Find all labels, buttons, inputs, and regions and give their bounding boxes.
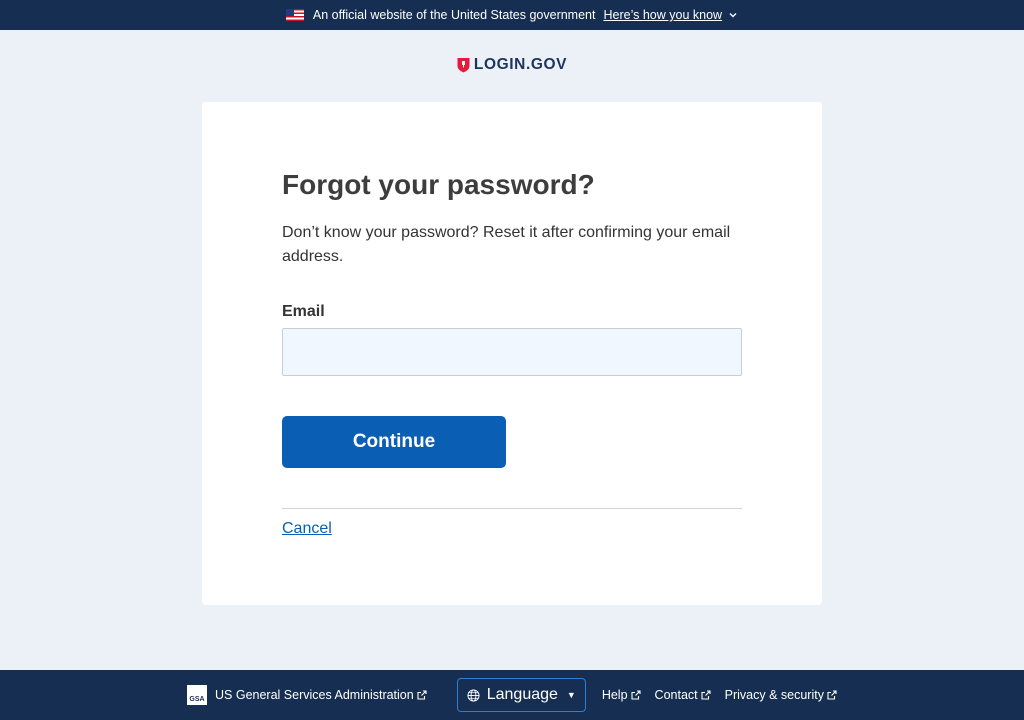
logo-text: LOGIN.GOV: [473, 56, 568, 73]
gov-banner: An official website of the United States…: [0, 0, 1024, 30]
chevron-down-icon[interactable]: [728, 10, 738, 20]
help-link[interactable]: Help: [602, 688, 641, 702]
divider: [282, 508, 742, 509]
external-link-icon: [827, 690, 837, 700]
privacy-security-link-label: Privacy & security: [724, 688, 824, 702]
gsa-link[interactable]: GSA US General Services Administration: [187, 685, 427, 705]
caret-down-icon: ▼: [566, 690, 576, 700]
footer-links: Help Contact Privacy & security: [602, 688, 837, 702]
continue-button[interactable]: Continue: [282, 416, 506, 468]
help-link-label: Help: [601, 688, 628, 702]
globe-icon: [467, 688, 480, 702]
email-field[interactable]: [282, 328, 742, 376]
external-link-icon: [701, 690, 711, 700]
privacy-security-link[interactable]: Privacy & security: [725, 688, 837, 702]
us-flag-icon: [285, 9, 304, 21]
external-link-icon: [417, 690, 427, 700]
gsa-label: US General Services Administration: [215, 688, 414, 702]
contact-link[interactable]: Contact: [655, 688, 711, 702]
intro-text: Don’t know your password? Reset it after…: [282, 224, 731, 265]
gsa-link-text[interactable]: US General Services Administration: [215, 688, 427, 702]
login-gov-logo[interactable]: LOGIN.GOV: [0, 56, 1024, 74]
gov-banner-text: An official website of the United States…: [312, 8, 596, 22]
email-label: Email: [282, 303, 325, 320]
login-shield-icon: [457, 58, 470, 73]
contact-link-label: Contact: [654, 688, 698, 702]
external-link-icon: [630, 690, 641, 700]
gsa-logo-icon: GSA: [187, 685, 208, 705]
language-selector[interactable]: Language ▼: [456, 678, 586, 712]
heres-how-you-know-link[interactable]: Here’s how you know: [603, 8, 722, 22]
cancel-link[interactable]: Cancel: [282, 520, 332, 538]
page-title: Forgot your password?: [282, 169, 595, 200]
language-label: Language: [486, 686, 558, 703]
main-card: Forgot your password? Don’t know your pa…: [202, 102, 822, 605]
footer: GSA US General Services Administration L…: [0, 670, 1024, 720]
form-container: Forgot your password? Don’t know your pa…: [282, 168, 742, 538]
